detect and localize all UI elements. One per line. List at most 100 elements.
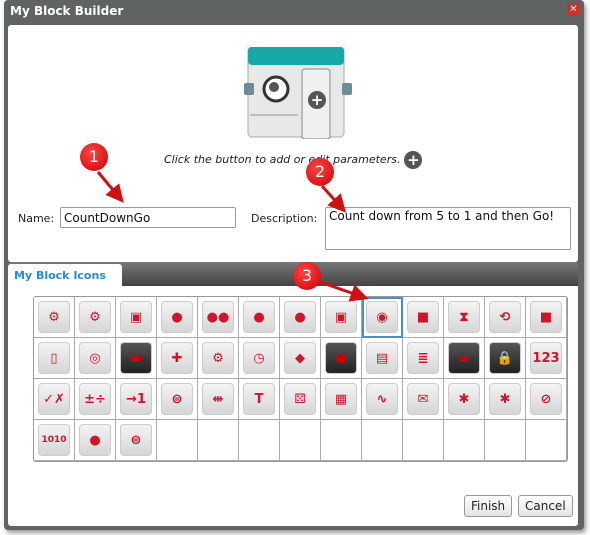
brick-buttons-icon: ■ — [407, 301, 439, 333]
icon-cell-brain-gear-red[interactable]: ⚙ — [34, 297, 75, 338]
loop-interrupt-icon: ⟲ — [489, 301, 521, 333]
icon-cell-text[interactable]: T — [239, 379, 280, 420]
icon-cell-touch-sensor[interactable]: ▯ — [34, 338, 75, 379]
case-locked-icon: 🔒 — [489, 342, 521, 374]
messaging-icon: ✉ — [407, 383, 439, 415]
icon-cell-move-steering[interactable]: ● — [239, 297, 280, 338]
icon-cell-bluetooth[interactable]: ✱ — [444, 379, 485, 420]
large-motor-icon: ● — [161, 301, 193, 333]
empty-icon-cell[interactable] — [362, 420, 403, 461]
block-add-parameter-button[interactable]: + — [308, 91, 326, 109]
brain-gear-red-icon: ⚙ — [38, 301, 70, 333]
icon-grid: ⚙ ⚙ ▣ ● ●● ● ● ▣ ◉ ■ ⧗ ⟲ ■ ▯ ◎ ▬ ✚ ⚙ ◷ ◆ ● ▤ ≣ ▰ 🔒 123 ✓✗ ±÷ →1 ⊜ ⇹ T ⚄ ▦… — [33, 296, 568, 462]
math-icon: ±÷ — [79, 383, 111, 415]
icon-cell-ultrasonic-sensor[interactable]: ◆ — [280, 338, 321, 379]
empty-icon-cell[interactable] — [321, 420, 362, 461]
icon-cell-round[interactable]: →1 — [116, 379, 157, 420]
empty-icon-cell[interactable] — [280, 420, 321, 461]
icon-cell-file-access[interactable]: ▦ — [321, 379, 362, 420]
bluetooth-connect-icon: ✱ — [489, 383, 521, 415]
close-icon[interactable]: ✕ — [567, 3, 580, 16]
icon-cell-logic[interactable]: ✓✗ — [34, 379, 75, 420]
icon-cell-array[interactable]: 123 — [526, 338, 567, 379]
icon-cell-display[interactable]: ▣ — [321, 297, 362, 338]
parameter-hint: Click the button to add or edit paramete… — [164, 151, 423, 169]
sound-icon: ◉ — [366, 301, 398, 333]
icon-cell-sound[interactable]: ◉ — [362, 297, 403, 338]
icon-cell-brick-status-light[interactable]: ■ — [526, 297, 567, 338]
name-label: Name: — [18, 212, 55, 225]
array-icon: 123 — [530, 342, 562, 374]
round-icon: →1 — [120, 383, 152, 415]
move-tank-adjust-icon: ● — [284, 301, 316, 333]
icon-cell-binary[interactable]: 1010 — [34, 420, 75, 461]
file-access-icon: ▦ — [325, 383, 357, 415]
annotation-marker-3: 3 — [293, 262, 321, 290]
brain-gear-gray-icon: ⚙ — [79, 301, 111, 333]
icon-cell-brain-gear-gray[interactable]: ⚙ — [75, 297, 116, 338]
annotation-marker-1: 1 — [80, 143, 108, 171]
icon-cell-stop-sleep[interactable]: ⊘ — [526, 379, 567, 420]
icon-cell-messaging[interactable]: ✉ — [403, 379, 444, 420]
empty-icon-cell[interactable] — [198, 420, 239, 461]
brick-status-light-icon: ■ — [530, 301, 562, 333]
timer-icon: ◷ — [243, 342, 275, 374]
icon-cell-unregulated-motor[interactable]: ● — [75, 420, 116, 461]
icon-cell-raw-sensor[interactable]: ∿ — [362, 379, 403, 420]
annotation-marker-2: 2 — [306, 158, 334, 186]
bluetooth-icon: ✱ — [448, 383, 480, 415]
icon-cell-ir-sensor[interactable]: ● — [321, 338, 362, 379]
icon-cell-brick-buttons[interactable]: ■ — [403, 297, 444, 338]
icon-cell-color-sensor[interactable]: ▬ — [116, 338, 157, 379]
compare-2-icon: ⊜ — [120, 424, 152, 456]
icon-cell-large-motor[interactable]: ● — [157, 297, 198, 338]
text-icon: T — [243, 383, 275, 415]
icon-cell-compare-2[interactable]: ⊜ — [116, 420, 157, 461]
color-sensor-icon: ▬ — [120, 342, 152, 374]
case-icon: ▰ — [448, 342, 480, 374]
icon-cell-loop-interrupt[interactable]: ⟲ — [485, 297, 526, 338]
empty-icon-cell[interactable] — [485, 420, 526, 461]
icon-cell-case[interactable]: ▰ — [444, 338, 485, 379]
icon-cell-bluetooth-connect[interactable]: ✱ — [485, 379, 526, 420]
gyro-sensor-icon: ◎ — [79, 342, 111, 374]
description-input[interactable]: Count down from 5 to 1 and then Go! — [325, 207, 571, 250]
hint-text: Click the button to add or edit paramete… — [164, 153, 401, 166]
icon-cell-random[interactable]: ⚄ — [280, 379, 321, 420]
icon-cell-move-tank[interactable]: ●● — [198, 297, 239, 338]
empty-icon-cell[interactable] — [526, 420, 567, 461]
add-parameter-button[interactable]: + — [404, 151, 423, 169]
logic-icon: ✓✗ — [38, 383, 70, 415]
finish-button[interactable]: Finish — [464, 495, 513, 517]
touch-sensor-icon: ▯ — [38, 342, 70, 374]
data-logging-icon: ≣ — [407, 342, 439, 374]
name-input[interactable] — [60, 207, 236, 228]
icon-cell-case-locked[interactable]: 🔒 — [485, 338, 526, 379]
icon-cell-math[interactable]: ±÷ — [75, 379, 116, 420]
stop-sleep-icon: ⊘ — [530, 383, 562, 415]
move-tank-icon: ●● — [202, 301, 234, 333]
icon-cell-motor-rotation[interactable]: ⚙ — [198, 338, 239, 379]
icon-cell-data-logging[interactable]: ≣ — [403, 338, 444, 379]
cancel-button[interactable]: Cancel — [518, 495, 573, 517]
my-block-builder-dialog: My Block Builder ✕ Click the button to a… — [4, 0, 584, 530]
unregulated-motor-icon: ● — [79, 424, 111, 456]
icon-cell-hourglass-wait[interactable]: ⧗ — [444, 297, 485, 338]
tab-my-block-icons[interactable]: My Block Icons — [8, 264, 122, 286]
icon-cell-medium-motor[interactable]: ▣ — [116, 297, 157, 338]
icon-cell-gyro-sensor[interactable]: ◎ — [75, 338, 116, 379]
compare-icon: ⊜ — [161, 383, 193, 415]
range-icon: ⇹ — [202, 383, 234, 415]
icon-cell-move-tank-adjust[interactable]: ● — [280, 297, 321, 338]
icon-cell-compare[interactable]: ⊜ — [157, 379, 198, 420]
empty-icon-cell[interactable] — [239, 420, 280, 461]
icon-cell-range[interactable]: ⇹ — [198, 379, 239, 420]
window-title: My Block Builder — [10, 4, 124, 18]
empty-icon-cell[interactable] — [444, 420, 485, 461]
icon-cell-energy-meter[interactable]: ▤ — [362, 338, 403, 379]
icon-cell-timer[interactable]: ◷ — [239, 338, 280, 379]
motor-rotation-icon: ⚙ — [202, 342, 234, 374]
empty-icon-cell[interactable] — [157, 420, 198, 461]
icon-cell-ir-beacon[interactable]: ✚ — [157, 338, 198, 379]
empty-icon-cell[interactable] — [403, 420, 444, 461]
